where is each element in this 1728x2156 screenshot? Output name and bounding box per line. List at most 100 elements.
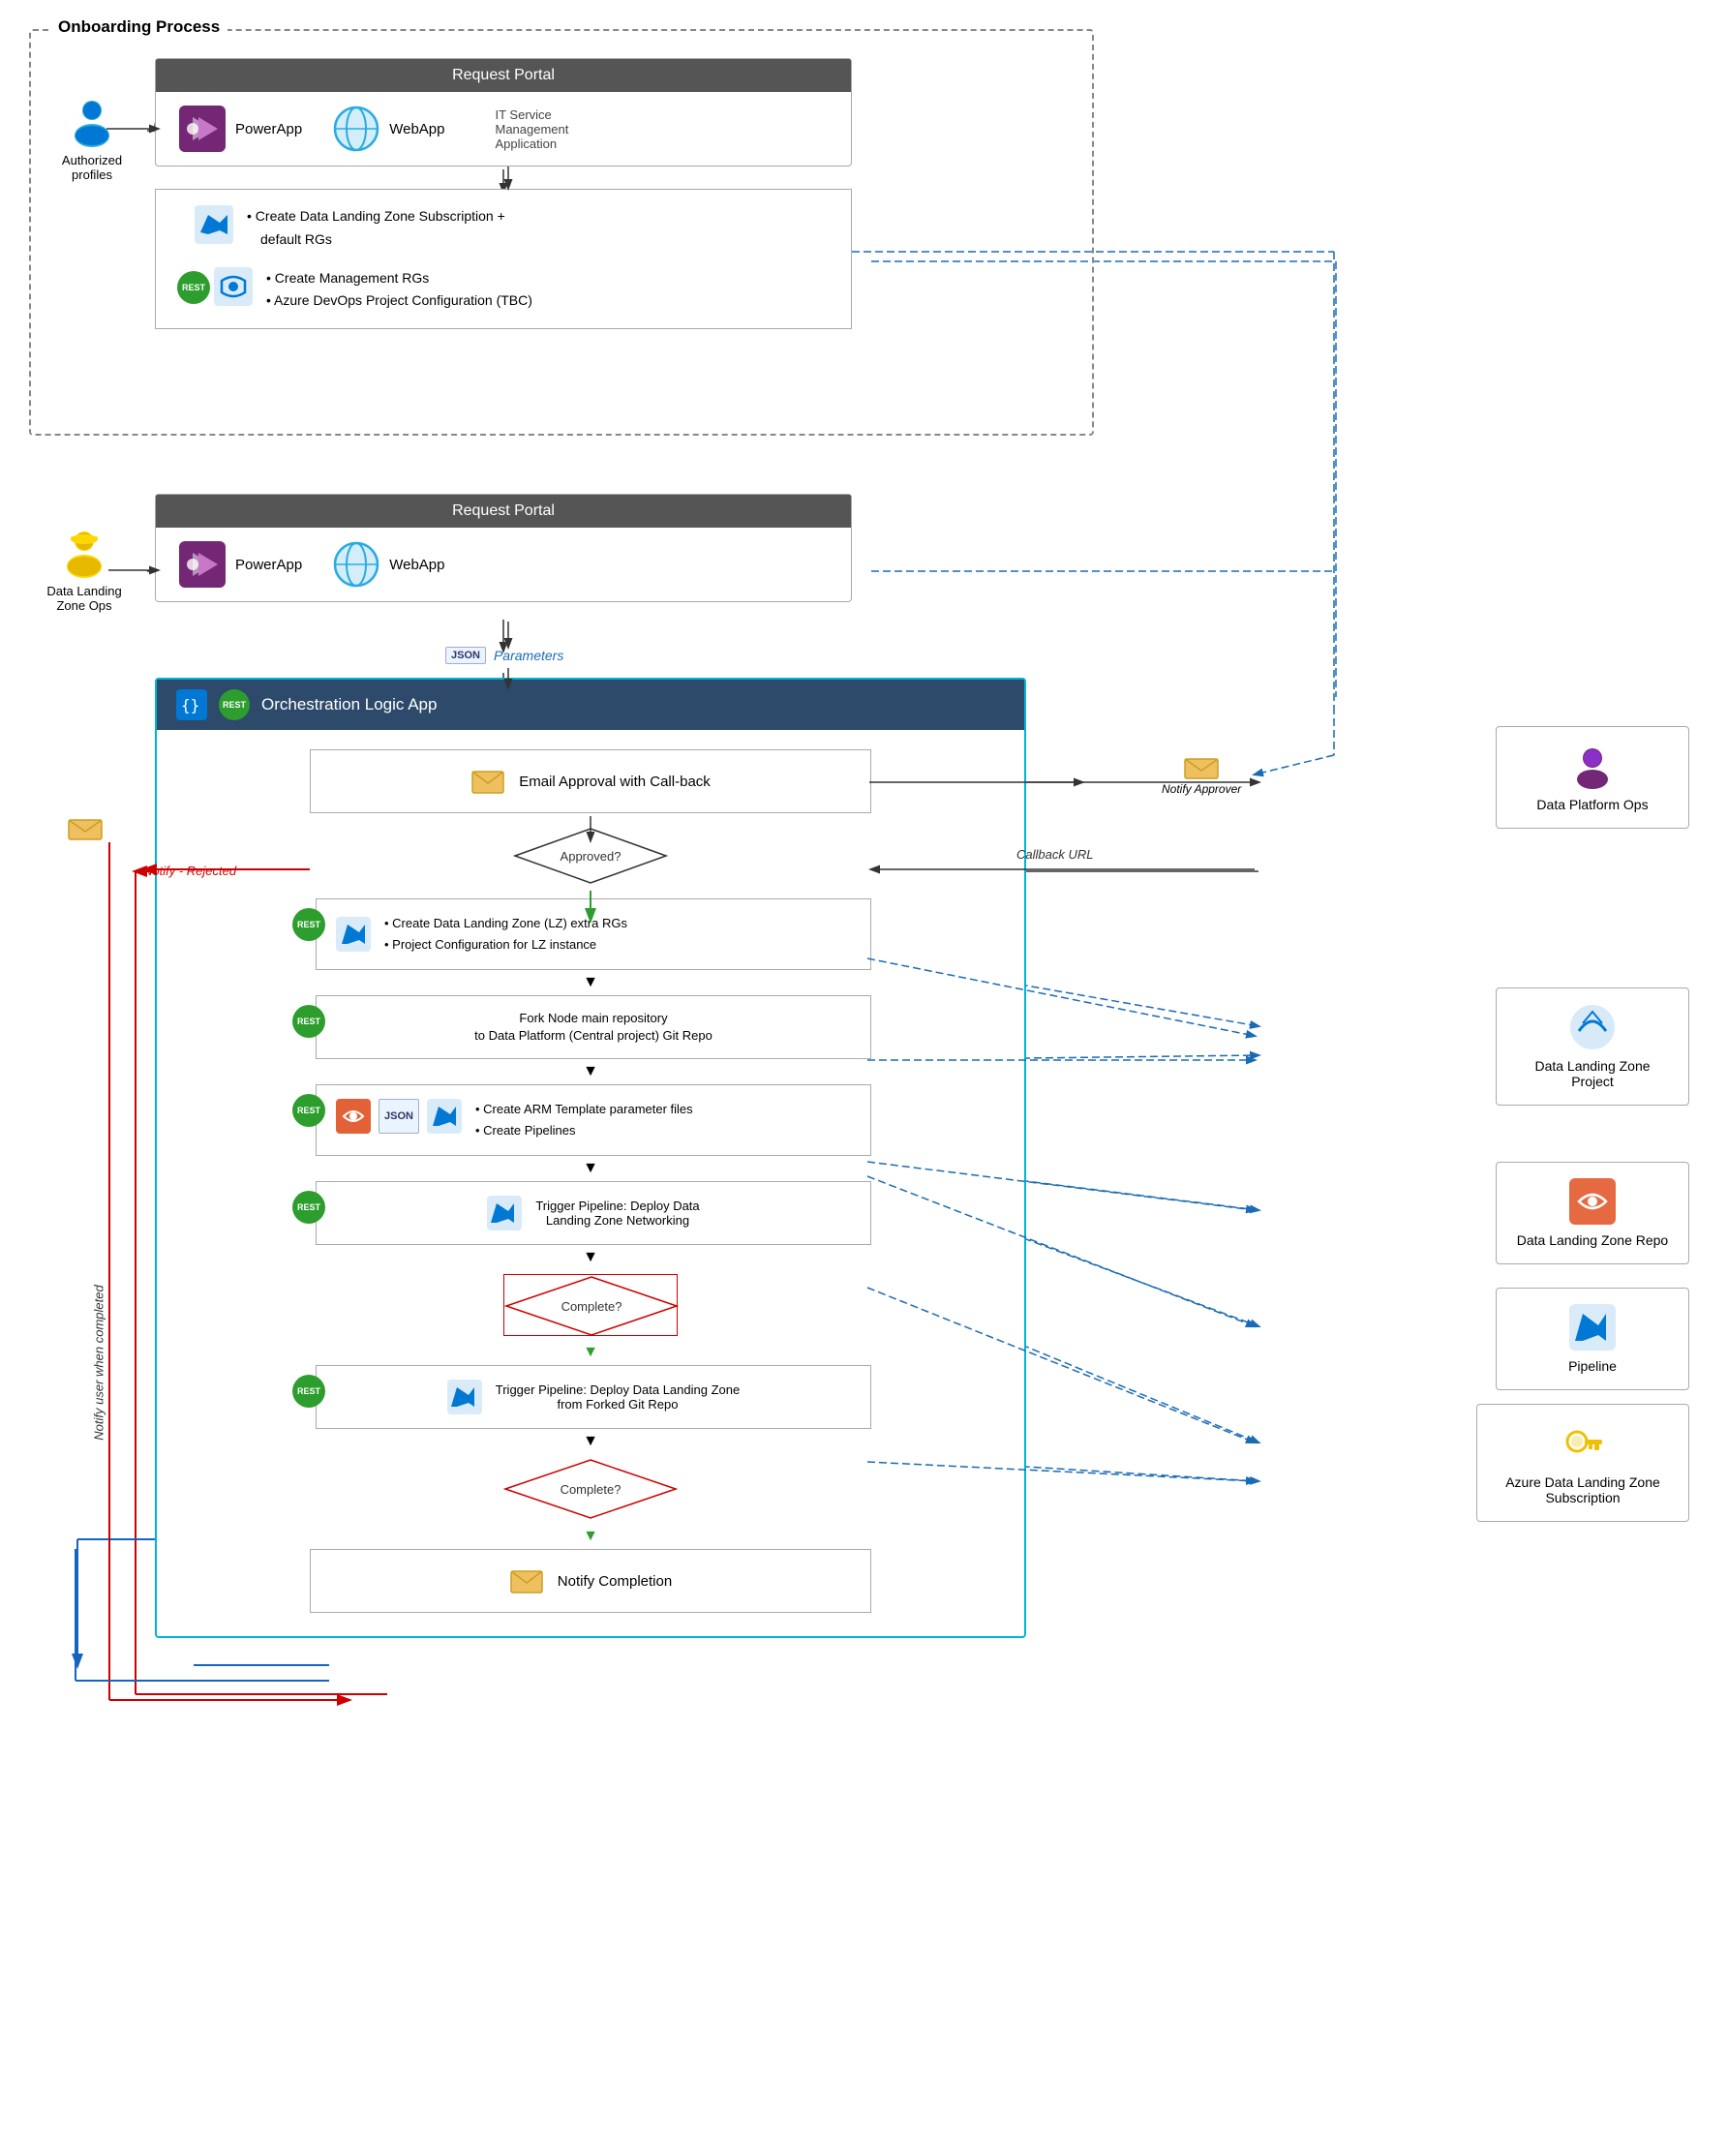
authorized-person: Authorized profiles <box>48 97 136 182</box>
fork-node-label: Fork Node main repository to Data Platfo… <box>474 1011 712 1043</box>
trigger-forked-box: Trigger Pipeline: Deploy Data Landing Zo… <box>316 1365 871 1429</box>
dlz-repo-icon <box>1569 1178 1616 1225</box>
fork-node-container: REST Fork Node main repository to Data P… <box>310 995 871 1059</box>
azure-devops-icon-1 <box>195 205 233 244</box>
steps-box: • Create Data Landing Zone Subscription … <box>155 189 852 329</box>
svg-text:Approved?: Approved? <box>561 849 621 864</box>
top-portal-content: PowerApp WebApp IT Service Management Ap… <box>156 92 851 166</box>
data-landing-zone-project-label: Data Landing Zone Project <box>1512 1058 1673 1089</box>
approved-diamond: Approved? <box>513 827 668 885</box>
flow-arrow-5: ▼ <box>157 1344 1024 1361</box>
notify-completion-box: Notify Completion <box>310 1549 871 1613</box>
params-label: Parameters <box>494 648 563 663</box>
create-rgs-text: • Create Data Landing Zone (LZ) extra RG… <box>384 913 627 956</box>
step1-text: • Create Data Landing Zone Subscription … <box>247 205 505 252</box>
logic-app-icon: {} <box>176 689 207 720</box>
powerapp-icon-2 <box>179 541 226 588</box>
arm-template-box: JSON • Create ARM Template parameter fil… <box>316 1084 871 1156</box>
flow-arrow-4: ▼ <box>157 1249 1024 1266</box>
pipeline-icon-box <box>1569 1304 1616 1351</box>
section2-portal-header: Request Portal <box>156 495 851 528</box>
arm-icons: JSON <box>336 1099 462 1134</box>
svg-text:{}: {} <box>181 696 199 714</box>
notify-approver-container: Notify Approver <box>1162 755 1241 796</box>
pipeline-icon-forked <box>447 1380 482 1414</box>
powerapp-icon-top <box>179 106 226 152</box>
notify-approver-label: Notify Approver <box>1162 782 1241 796</box>
data-platform-ops-label: Data Platform Ops <box>1536 797 1648 812</box>
flow-arrow-1: ▼ <box>157 974 1024 991</box>
flow-arrow-3: ▼ <box>157 1160 1024 1177</box>
pipeline-label: Pipeline <box>1568 1358 1617 1374</box>
rest-badge-2: REST <box>292 908 325 941</box>
azure-dlz-key-icon <box>1560 1420 1606 1467</box>
it-service-label-top: IT Service Management Application <box>495 107 591 151</box>
svg-text:Complete?: Complete? <box>561 1299 622 1314</box>
notify-completion-label: Notify Completion <box>558 1573 672 1590</box>
azure-devops-icon-2 <box>214 267 253 306</box>
trigger-networking-label: Trigger Pipeline: Deploy Data Landing Zo… <box>535 1199 699 1228</box>
email-approval-icon <box>470 764 505 799</box>
trigger-forked-container: REST Trigger Pipeline: Deploy Data Landi… <box>310 1365 871 1429</box>
orchestration-header: {} REST Orchestration Logic App <box>157 680 1024 730</box>
complete1-diamond-container: Complete? <box>503 1274 678 1336</box>
arm-template-container: REST JSON • Create ARM Template param <box>310 1084 871 1156</box>
dlz-project-icon <box>1569 1004 1616 1050</box>
fork-node-box: Fork Node main repository to Data Platfo… <box>316 995 871 1059</box>
step2-text: • Create Management RGs • Azure DevOps P… <box>266 267 532 314</box>
flow-arrow-2: ▼ <box>157 1063 1024 1080</box>
complete2-diamond: Complete? <box>503 1458 678 1520</box>
rest-badge-4: REST <box>292 1094 325 1127</box>
webapp-icon-2 <box>333 541 379 588</box>
data-platform-ops-box: Data Platform Ops <box>1496 726 1689 829</box>
azure-dlz-subscription-box: Azure Data Landing Zone Subscription <box>1476 1404 1689 1522</box>
notify-rejected-email-container <box>68 816 103 848</box>
notify-rejected-email-icon <box>68 816 103 843</box>
arm-git-icon <box>336 1099 371 1134</box>
notify-approver-icon <box>1184 755 1219 782</box>
create-rgs-box: • Create Data Landing Zone (LZ) extra RG… <box>316 898 871 970</box>
pipeline-icon-networking <box>487 1196 522 1230</box>
complete1-diamond: Complete? <box>504 1275 679 1337</box>
webapp-group-top: WebApp <box>333 106 444 152</box>
pipeline-box: Pipeline <box>1496 1288 1689 1390</box>
data-landing-zone-project-box: Data Landing Zone Project <box>1496 987 1689 1106</box>
devops-icon-rgs <box>336 917 371 952</box>
notify-rejected-label: Notify - Rejected <box>143 864 236 878</box>
pipeline-icon-arm <box>427 1099 462 1134</box>
notify-completion-icon <box>509 1564 544 1598</box>
diagram-container: Onboarding Process Authorized profiles R… <box>0 0 1728 2156</box>
callback-url-label: Callback URL <box>1016 847 1093 862</box>
rest-badge-orchestration: REST <box>219 689 250 720</box>
powerapp-label-2: PowerApp <box>235 557 302 573</box>
email-approval-box: Email Approval with Call-back <box>310 749 871 813</box>
webapp-label-top: WebApp <box>389 121 444 137</box>
authorized-profiles-label: Authorized profiles <box>48 153 136 182</box>
arm-text: • Create ARM Template parameter files • … <box>475 1099 693 1141</box>
data-landing-zone-repo-box: Data Landing Zone Repo <box>1496 1162 1689 1264</box>
json-badge: JSON <box>445 647 486 664</box>
orchestration-box: {} REST Orchestration Logic App Email Ap… <box>155 678 1026 1638</box>
onboarding-label: Onboarding Process <box>50 17 227 37</box>
flow-arrow-6: ▼ <box>157 1433 1024 1450</box>
email-approval-label: Email Approval with Call-back <box>519 774 711 790</box>
azure-dlz-subscription-label: Azure Data Landing Zone Subscription <box>1493 1474 1673 1505</box>
approved-diamond-container: Approved? <box>513 827 668 885</box>
webapp-icon-top <box>333 106 379 152</box>
trigger-networking-box: Trigger Pipeline: Deploy Data Landing Zo… <box>316 1181 871 1245</box>
authorized-person-icon <box>67 97 117 147</box>
create-rgs-container: REST • Create Data Landing Zone (LZ) ext… <box>310 898 871 970</box>
top-request-portal: Request Portal PowerApp <box>155 58 852 167</box>
complete2-diamond-container: Complete? <box>503 1458 678 1520</box>
powerapp-group-2: PowerApp <box>179 541 302 588</box>
powerapp-group-top: PowerApp <box>179 106 302 152</box>
webapp-group-2: WebApp <box>333 541 444 588</box>
data-landing-zone-repo-label: Data Landing Zone Repo <box>1517 1232 1668 1248</box>
trigger-networking-container: REST Trigger Pipeline: Deploy Data Landi… <box>310 1181 871 1245</box>
params-container: JSON Parameters <box>445 647 563 664</box>
section2-request-portal: Request Portal PowerApp WebApp <box>155 494 852 602</box>
dlz-person: Data Landing Zone Ops <box>41 528 128 613</box>
top-portal-header: Request Portal <box>156 59 851 92</box>
dlz-person-icon <box>59 528 109 578</box>
data-platform-ops-icon <box>1569 743 1616 789</box>
